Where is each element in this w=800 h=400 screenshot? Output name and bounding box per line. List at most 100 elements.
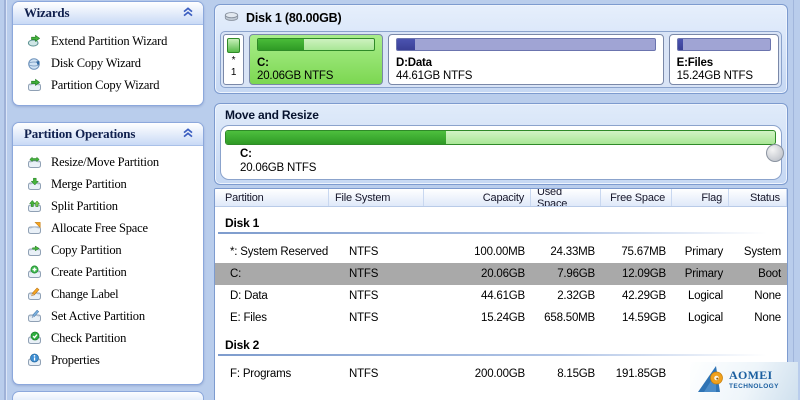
cell-status: None xyxy=(754,290,781,302)
partition-size: 20.06GB NTFS xyxy=(257,70,334,82)
cell-capacity: 15.24GB xyxy=(481,312,525,324)
disk-group-underline xyxy=(218,354,784,356)
resize-handle[interactable] xyxy=(766,143,784,162)
sidebar-item-set-active-partition[interactable]: Set Active Partition xyxy=(13,305,203,327)
cell-free: 191.85GB xyxy=(615,368,666,380)
sidebar-item-label: Set Active Partition xyxy=(51,309,145,323)
usage-fill xyxy=(258,39,305,50)
logo-name: AOMEI xyxy=(729,368,773,382)
sidebar-item-merge-partition[interactable]: Merge Partition xyxy=(13,173,203,195)
partition-copy-wizard-icon xyxy=(27,78,42,93)
partition-operations-panel: Partition Operations Resize/Move Partiti… xyxy=(12,122,204,385)
allocate-free-space-icon xyxy=(27,221,42,236)
table-row-d-data[interactable]: D: Data NTFS 44.61GB 2.32GB 42.29GB Logical No… xyxy=(215,285,787,307)
sidebar-item-label: Disk Copy Wizard xyxy=(51,56,141,70)
usage-fill xyxy=(677,39,684,50)
cell-used: 24.33MB xyxy=(550,246,595,258)
resize-partition-size: 20.06GB NTFS xyxy=(240,162,317,174)
sidebar-item-split-partition[interactable]: Split Partition xyxy=(13,195,203,217)
column-header-flag[interactable]: Flag xyxy=(672,189,729,206)
sidebar-item-properties[interactable]: Properties xyxy=(13,349,203,371)
partition-box-e-files[interactable]: E:Files 15.24GB NTFS xyxy=(668,34,779,85)
table-row-e-files[interactable]: E: Files NTFS 15.24GB 658.50MB 14.59GB Logica… xyxy=(215,307,787,329)
column-header-free-space[interactable]: Free Space xyxy=(601,189,672,206)
sidebar-item-resize-move-partition[interactable]: Resize/Move Partition xyxy=(13,151,203,173)
move-resize-panel: Move and Resize C: 20.06GB NTFS xyxy=(214,103,788,185)
check-partition-icon xyxy=(27,331,42,346)
cell-partition: C: xyxy=(230,268,242,280)
wizards-panel-header[interactable]: Wizards xyxy=(13,2,203,25)
cell-free: 14.59GB xyxy=(622,312,666,324)
set-active-partition-icon xyxy=(27,309,42,324)
disk-group-underline xyxy=(218,232,784,234)
cell-fs: NTFS xyxy=(349,246,379,258)
table-row-c[interactable]: C: NTFS 20.06GB 7.96GB 12.09GB Primary Boot xyxy=(215,263,787,285)
chevron-collapse-icon[interactable] xyxy=(182,5,194,21)
partition-operations-panel-title: Partition Operations xyxy=(24,126,136,141)
sidebar-item-disk-copy-wizard[interactable]: Disk Copy Wizard xyxy=(13,52,203,74)
cell-status: Boot xyxy=(758,268,781,280)
cell-free: 75.67MB xyxy=(621,246,666,258)
sidebar-item-change-label[interactable]: Change Label xyxy=(13,283,203,305)
aomei-logo-icon xyxy=(696,363,726,400)
cell-used: 8.15GB xyxy=(557,368,595,380)
column-header-capacity[interactable]: Capacity xyxy=(424,189,531,206)
sidebar-panel-partial[interactable] xyxy=(12,391,204,400)
resize-usage-fill xyxy=(226,131,446,144)
usage-bar xyxy=(227,38,240,53)
cell-flag: Primary xyxy=(684,246,723,258)
table-header-row: Partition File System Capacity Used Space Fr… xyxy=(215,189,787,207)
sidebar-item-label: Change Label xyxy=(51,287,119,301)
resize-partition-box[interactable]: C: 20.06GB NTFS xyxy=(220,125,784,180)
sidebar-item-create-partition[interactable]: Create Partition xyxy=(13,261,203,283)
sidebar-item-label: Check Partition xyxy=(51,331,127,345)
chevron-collapse-icon[interactable] xyxy=(182,126,194,142)
disk-group-title: Disk 2 xyxy=(225,338,260,352)
disk-partition-strip: * 1 C: 20.06GB NTFS D:Data 44.61GB NTFS E:File… xyxy=(220,31,782,88)
table-row-system-reserved[interactable]: *: System Reserved NTFS 100.00MB 24.33MB 75.… xyxy=(215,241,787,263)
cell-flag: Primary xyxy=(684,268,723,280)
sidebar-item-label: Allocate Free Space xyxy=(51,221,148,235)
partition-box-d-data[interactable]: D:Data 44.61GB NTFS xyxy=(388,34,664,85)
sidebar-item-copy-partition[interactable]: Copy Partition xyxy=(13,239,203,261)
window-right-edge xyxy=(793,0,794,400)
cell-free: 42.29GB xyxy=(622,290,666,302)
partition-size: 44.61GB NTFS xyxy=(396,70,473,82)
sidebar-item-label: Properties xyxy=(51,353,100,367)
resize-partition-name: C: xyxy=(240,148,252,160)
sidebar-item-partition-copy-wizard[interactable]: Partition Copy Wizard xyxy=(13,74,203,96)
column-header-status[interactable]: Status xyxy=(729,189,787,206)
column-header-file-system[interactable]: File System xyxy=(329,189,424,206)
sidebar-item-label: Resize/Move Partition xyxy=(51,155,159,169)
disk-group-title: Disk 1 xyxy=(225,216,260,230)
column-header-used-space[interactable]: Used Space xyxy=(531,189,601,206)
cell-fs: NTFS xyxy=(349,290,379,302)
cell-flag: Logical xyxy=(687,290,723,302)
cell-capacity: 200.00GB xyxy=(474,368,525,380)
wizards-panel-body: Extend Partition Wizard Disk Copy Wizard P… xyxy=(13,25,203,96)
cell-partition: D: Data xyxy=(230,290,268,302)
partition-operations-panel-body: Resize/Move Partition Merge Partition Spli… xyxy=(13,146,203,371)
change-label-icon xyxy=(27,287,42,302)
cell-used: 7.96GB xyxy=(557,268,595,280)
column-header-partition[interactable]: Partition xyxy=(215,189,329,206)
partition-operations-panel-header[interactable]: Partition Operations xyxy=(13,123,203,146)
usage-bar xyxy=(676,38,771,51)
partition-box-system-reserved[interactable]: * 1 xyxy=(223,34,244,85)
wizards-panel-title: Wizards xyxy=(24,5,70,20)
cell-flag: Logical xyxy=(687,312,723,324)
cell-partition: F: Programs xyxy=(230,368,292,380)
sidebar-item-label: Extend Partition Wizard xyxy=(51,34,168,48)
sidebar-item-check-partition[interactable]: Check Partition xyxy=(13,327,203,349)
partition-flag: * xyxy=(231,55,236,66)
sidebar-item-extend-partition-wizard[interactable]: Extend Partition Wizard xyxy=(13,30,203,52)
disk-icon xyxy=(224,10,239,25)
cell-status: None xyxy=(754,312,781,324)
cell-free: 12.09GB xyxy=(622,268,666,280)
partition-size: 15.24GB NTFS xyxy=(676,70,753,82)
cell-used: 2.32GB xyxy=(557,290,595,302)
sidebar-item-label: Merge Partition xyxy=(51,177,127,191)
partition-box-c[interactable]: C: 20.06GB NTFS xyxy=(249,34,383,85)
left-splitter[interactable] xyxy=(4,0,7,400)
sidebar-item-allocate-free-space[interactable]: Allocate Free Space xyxy=(13,217,203,239)
